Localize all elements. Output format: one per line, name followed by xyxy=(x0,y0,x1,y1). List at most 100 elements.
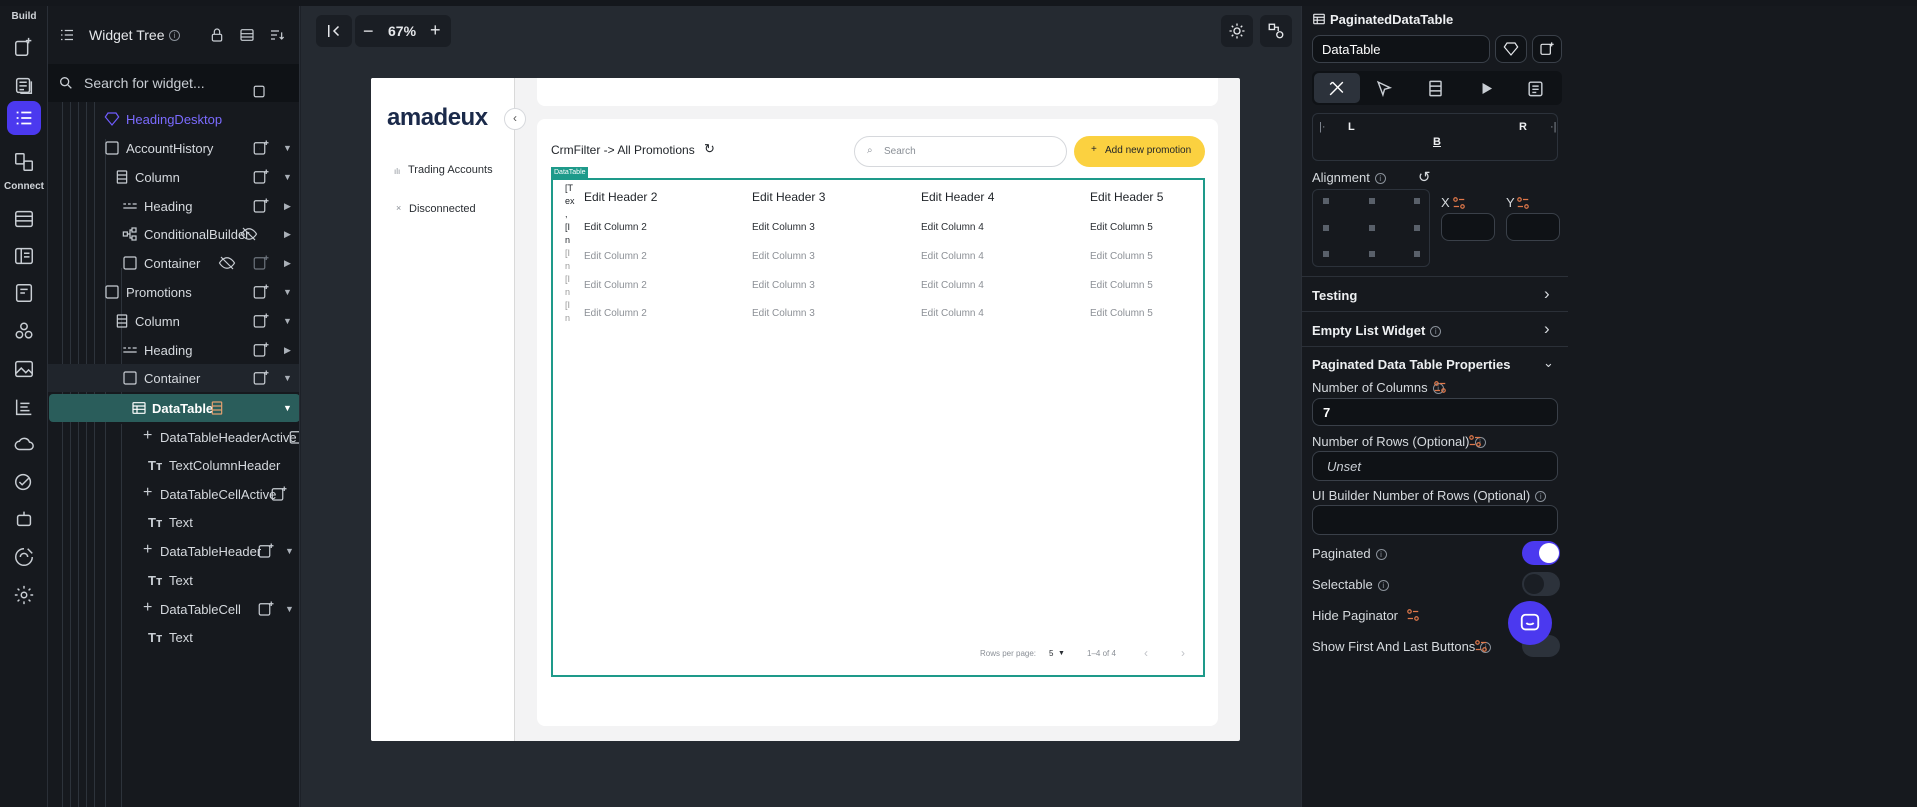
tree-item-text[interactable]: Tт Text xyxy=(48,508,299,536)
tree-item-text[interactable]: Tт Text xyxy=(48,623,299,651)
chevron-right-icon[interactable]: › xyxy=(1544,319,1550,339)
nav-trading-accounts[interactable]: Trading Accounts xyxy=(408,164,493,176)
variable-icon[interactable] xyxy=(1452,196,1466,210)
tree-item-datatable-cell-active[interactable]: + DataTableCellActive xyxy=(48,480,299,508)
num-columns-input[interactable]: 7 xyxy=(1312,398,1558,426)
tree-item-promotions[interactable]: Promotions ▼ xyxy=(48,278,299,306)
selectable-toggle[interactable] xyxy=(1522,572,1560,596)
align-x-input[interactable] xyxy=(1441,213,1495,241)
previous-page-icon[interactable]: ‹ xyxy=(1144,646,1148,660)
tree-item-container[interactable]: Container ▼ xyxy=(48,364,299,392)
media-assets-icon[interactable] xyxy=(7,276,41,310)
variable-icon[interactable] xyxy=(1516,196,1530,210)
app-values-icon[interactable] xyxy=(7,390,41,424)
reset-icon[interactable]: ↺ xyxy=(1418,168,1431,186)
eye-off-icon[interactable] xyxy=(218,254,236,272)
promote-component-button[interactable] xyxy=(1495,35,1527,63)
image-assets-icon[interactable] xyxy=(7,352,41,386)
padding-control[interactable]: |· L R ·| B xyxy=(1312,113,1558,161)
settings-icon[interactable] xyxy=(7,578,41,612)
tree-item-account-history[interactable]: AccountHistory ▼ xyxy=(48,134,299,162)
animation-icon[interactable] xyxy=(1477,79,1496,98)
table-search-input[interactable]: ⌕ Search xyxy=(854,136,1067,167)
paginated-properties-section[interactable]: Paginated Data Table Properties xyxy=(1312,357,1510,372)
canvas-settings-button[interactable] xyxy=(1260,15,1292,47)
ui-builder-rows-input[interactable] xyxy=(1312,505,1558,535)
collapse-icon[interactable] xyxy=(238,27,256,43)
table-header[interactable]: Edit Header 2 xyxy=(584,190,657,204)
num-rows-input[interactable]: Unset xyxy=(1312,451,1558,481)
add-child-icon[interactable] xyxy=(252,168,270,186)
table-header[interactable]: Edit Header 4 xyxy=(921,190,994,204)
rows-per-page-select[interactable]: 5 xyxy=(1049,649,1053,658)
tree-item-heading[interactable]: Heading ▶ xyxy=(48,192,299,220)
chevron-down-icon[interactable]: ▼ xyxy=(283,172,293,182)
add-child-button[interactable] xyxy=(1532,35,1562,63)
variable-icon[interactable] xyxy=(1474,639,1488,653)
app-state-icon[interactable] xyxy=(7,239,41,273)
empty-list-widget-section[interactable]: Empty List Widget i xyxy=(1312,323,1442,338)
paginated-toggle[interactable] xyxy=(1522,541,1560,565)
add-child-icon[interactable] xyxy=(252,312,270,330)
chevron-down-icon[interactable]: ▼ xyxy=(283,403,293,413)
storyboard-icon[interactable] xyxy=(7,145,41,179)
generate-dynamic-children-icon[interactable] xyxy=(209,400,225,416)
chevron-down-icon[interactable]: ▼ xyxy=(283,373,293,383)
zoom-in-button[interactable]: + xyxy=(430,20,441,41)
chevron-down-icon[interactable]: ▼ xyxy=(283,143,293,153)
add-child-icon[interactable] xyxy=(270,485,288,503)
tree-item-datatable-selected[interactable]: DataTable ▼ xyxy=(49,394,299,422)
chevron-down-icon[interactable]: ⌄ xyxy=(1543,355,1554,371)
tree-item-column[interactable]: Column ▼ xyxy=(48,307,299,335)
info-icon[interactable]: i xyxy=(169,30,180,41)
tree-item-text-column-header[interactable]: Tт TextColumnHeader xyxy=(48,451,299,479)
variable-icon[interactable] xyxy=(1468,434,1482,448)
chevron-down-icon[interactable]: ▼ xyxy=(283,287,293,297)
table-header[interactable]: Edit Header 3 xyxy=(752,190,825,204)
add-page-icon[interactable] xyxy=(7,30,41,64)
chat-support-button[interactable] xyxy=(1508,601,1552,645)
variable-icon[interactable] xyxy=(1406,608,1420,622)
add-child-icon[interactable] xyxy=(288,428,300,446)
zoom-out-button[interactable]: − xyxy=(363,21,374,42)
sort-icon[interactable] xyxy=(266,27,288,43)
collapse-panel-button[interactable] xyxy=(316,15,352,47)
add-child-icon[interactable] xyxy=(252,283,270,301)
add-child-icon[interactable] xyxy=(252,197,270,215)
tree-item-container[interactable]: Container ▶ xyxy=(48,249,299,277)
variable-icon[interactable] xyxy=(1433,380,1447,394)
tree-item-datatable-cell[interactable]: + DataTableCell ▼ xyxy=(48,595,299,623)
chevron-right-icon[interactable]: ▶ xyxy=(284,258,294,268)
chevron-right-icon[interactable]: ▶ xyxy=(284,201,294,211)
add-child-icon[interactable] xyxy=(252,369,270,387)
chevron-down-icon[interactable]: ▼ xyxy=(285,604,295,614)
refresh-icon[interactable]: ↻ xyxy=(704,141,715,157)
testing-section[interactable]: Testing xyxy=(1312,288,1357,303)
add-promotion-button[interactable]: + Add new promotion xyxy=(1074,136,1205,167)
nav-disconnected[interactable]: Disconnected xyxy=(409,203,476,215)
tree-item-datatable-header[interactable]: + DataTableHeader ▼ xyxy=(48,537,299,565)
sidebar-collapse-button[interactable]: ‹ xyxy=(504,108,526,130)
integrations-icon[interactable] xyxy=(7,540,41,574)
tree-item-heading[interactable]: Heading ▶ xyxy=(48,336,299,364)
chevron-down-icon[interactable]: ▼ xyxy=(285,546,295,556)
chevron-down-icon[interactable]: ▼ xyxy=(283,316,293,326)
tree-item-column[interactable]: Column ▼ xyxy=(48,163,299,191)
eye-off-icon[interactable] xyxy=(240,225,258,243)
add-child-icon[interactable] xyxy=(252,254,270,272)
tree-item-heading-desktop[interactable]: HeadingDesktop xyxy=(48,105,299,133)
add-child-icon[interactable] xyxy=(252,139,270,157)
table-header[interactable]: Edit Header 5 xyxy=(1090,190,1163,204)
chevron-right-icon[interactable]: › xyxy=(1544,284,1550,304)
tree-item-conditional-builder[interactable]: ConditionalBuilder ▶ xyxy=(48,220,299,248)
align-y-input[interactable] xyxy=(1506,213,1560,241)
tab-properties[interactable] xyxy=(1314,73,1360,103)
tree-row-partial[interactable] xyxy=(48,84,299,104)
add-child-icon[interactable] xyxy=(257,542,275,560)
test-icon[interactable] xyxy=(7,465,41,499)
next-page-icon[interactable]: › xyxy=(1181,646,1185,660)
widget-tree-icon[interactable] xyxy=(7,101,41,135)
tree-item-datatable-header-active[interactable]: + DataTableHeaderActive xyxy=(48,423,300,451)
tree-item-text[interactable]: Tт Text xyxy=(48,566,299,594)
data-table[interactable]: [T ex, [I n [I n [I n [I n Edit Header 2 Edit Hea… xyxy=(551,178,1205,677)
